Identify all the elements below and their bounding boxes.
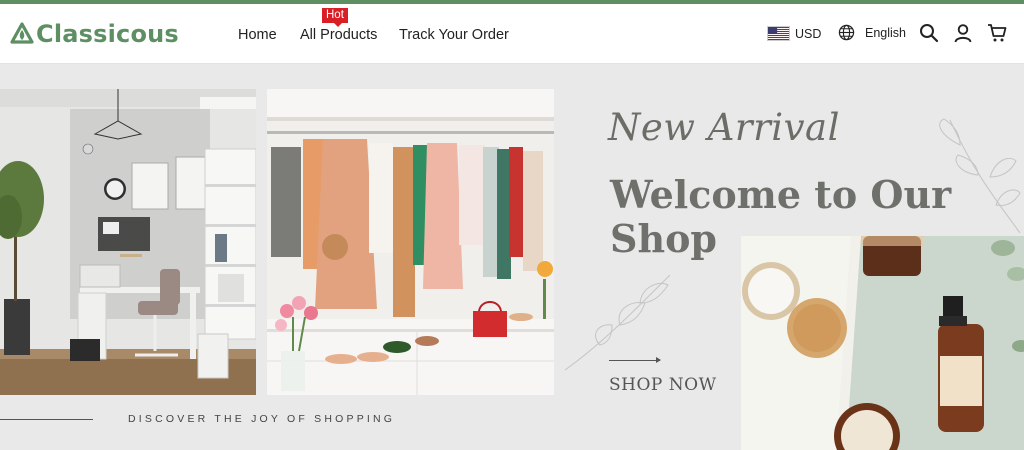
tagline-divider <box>0 419 93 420</box>
closet-clothing-image <box>267 89 554 395</box>
nav-track-order-link[interactable]: Track Your Order <box>399 26 509 44</box>
office-interior-image <box>0 89 256 395</box>
leaf-triangle-logo-icon <box>10 22 34 44</box>
us-flag-icon <box>767 26 790 41</box>
language-selector[interactable]: English <box>838 24 906 41</box>
shop-now-button[interactable]: SHOP NOW <box>609 374 717 396</box>
site-header: Classicous Home All Products Hot Track Y… <box>0 4 1024 64</box>
search-icon[interactable] <box>919 23 939 43</box>
leaf-sketch-decoration <box>564 274 671 371</box>
currency-selector[interactable]: USD <box>767 26 821 41</box>
nav-all-products-link[interactable]: All Products <box>300 26 377 44</box>
hero-script-title: New Arrival <box>608 106 840 149</box>
brand-name: Classicous <box>36 20 179 48</box>
nav-home-link[interactable]: Home <box>238 26 277 44</box>
hero-tagline: DISCOVER THE JOY OF SHOPPING <box>128 413 396 425</box>
shop-now-arrow-line <box>609 357 661 363</box>
brand-logo[interactable]: Classicous <box>10 20 179 48</box>
globe-icon <box>838 24 855 41</box>
skincare-products-image <box>741 236 1024 450</box>
hot-badge: Hot <box>322 8 348 27</box>
user-icon[interactable] <box>953 23 973 43</box>
cart-icon[interactable] <box>987 23 1007 43</box>
hero-banner: New Arrival Welcome to Our Shop SHOP NOW… <box>0 65 1024 450</box>
language-label: English <box>865 25 906 40</box>
currency-label: USD <box>795 26 822 41</box>
